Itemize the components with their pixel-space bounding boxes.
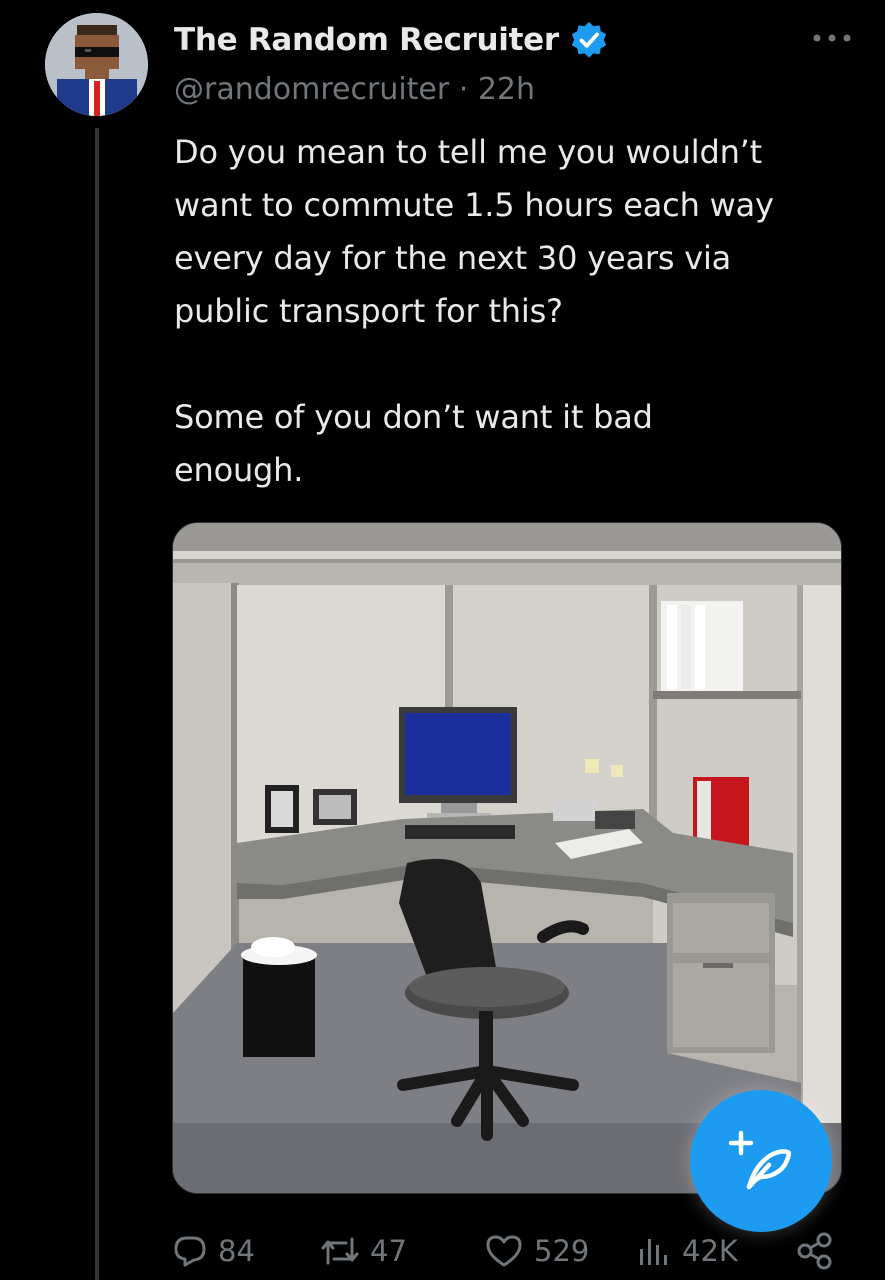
tweet-action-bar: 84 47 529 42K: [172, 1222, 862, 1280]
reply-icon: [174, 1236, 206, 1267]
reply-button[interactable]: 84: [172, 1222, 255, 1280]
views-bar-chart-icon: [640, 1239, 667, 1265]
compose-button[interactable]: [690, 1090, 832, 1232]
display-name[interactable]: The Random Recruiter: [174, 22, 559, 58]
separator-dot: ·: [458, 72, 478, 107]
repost-count: 47: [370, 1234, 407, 1268]
avatar-image: [45, 13, 148, 116]
avatar[interactable]: [45, 13, 148, 116]
share-button[interactable]: [794, 1222, 846, 1280]
share-icon: [797, 1232, 832, 1270]
timestamp[interactable]: 22h: [478, 72, 535, 107]
view-count: 42K: [682, 1234, 738, 1268]
thread-line: [95, 128, 99, 1280]
more-dots-icon[interactable]: [809, 24, 855, 52]
heart-icon: [486, 1235, 522, 1267]
like-count: 529: [534, 1234, 590, 1268]
repost-icon: [321, 1237, 359, 1265]
compose-feather-icon: [728, 1130, 792, 1190]
views-button[interactable]: 42K: [636, 1222, 738, 1280]
repost-button[interactable]: 47: [320, 1222, 407, 1280]
handle[interactable]: @randomrecruiter: [174, 72, 449, 107]
name-row: The Random Recruiter: [174, 16, 855, 64]
like-button[interactable]: 529: [484, 1222, 589, 1280]
reply-count: 84: [218, 1234, 255, 1268]
handle-row: @randomrecruiter · 22h: [174, 72, 535, 107]
verified-badge-icon: [569, 20, 609, 60]
tweet-text: Do you mean to tell me you wouldn’t want…: [174, 133, 774, 489]
tweet-header: The Random Recruiter @randomrecruiter · …: [174, 16, 855, 116]
